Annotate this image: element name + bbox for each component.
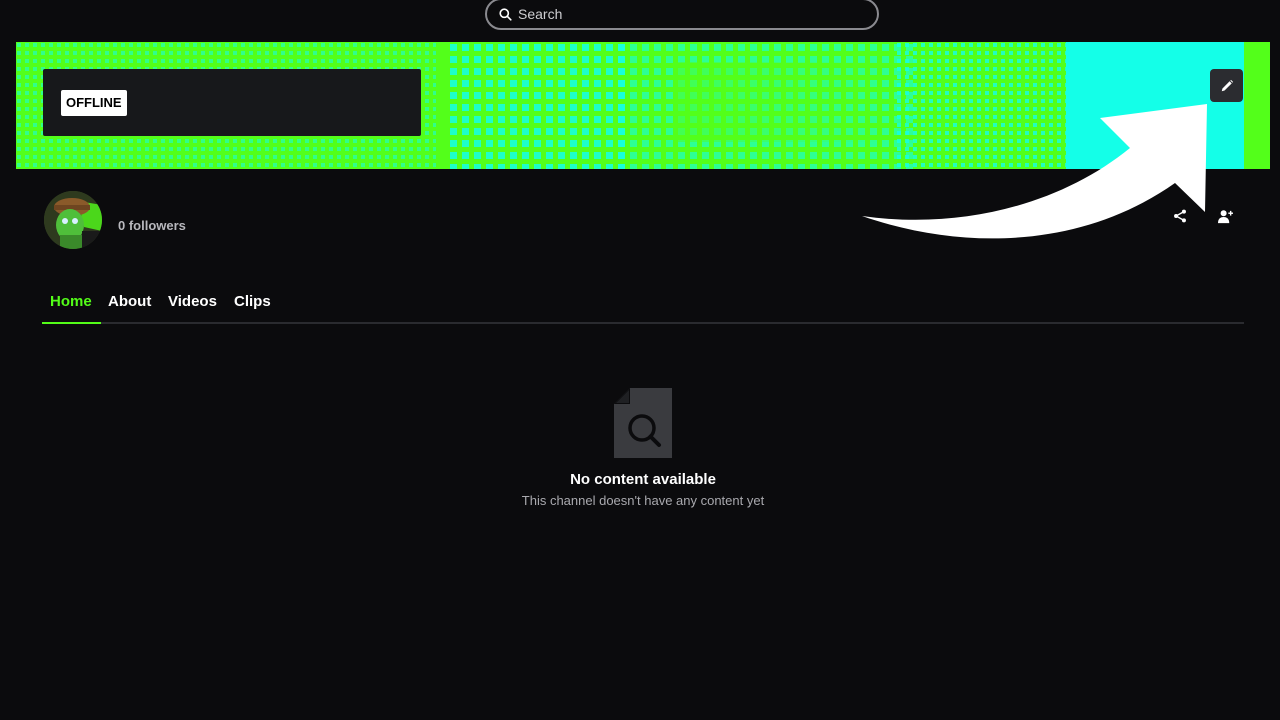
channel-page: OFFLINE 0 followers xyxy=(0,0,1280,720)
tab-home[interactable]: Home xyxy=(50,293,92,310)
empty-state-title: No content available xyxy=(570,471,716,488)
followers-count: 0 followers xyxy=(118,218,186,233)
tab-about[interactable]: About xyxy=(108,293,151,310)
search-bar[interactable] xyxy=(485,0,879,30)
share-button[interactable] xyxy=(1170,206,1190,226)
person-add-icon xyxy=(1217,209,1233,223)
edit-banner-button[interactable] xyxy=(1210,69,1243,102)
tab-videos[interactable]: Videos xyxy=(168,293,217,310)
channel-tabs: Home About Videos Clips xyxy=(42,288,1244,324)
search-input[interactable] xyxy=(518,6,877,22)
follow-button[interactable] xyxy=(1215,206,1235,226)
channel-banner: OFFLINE xyxy=(16,42,1270,169)
offline-card: OFFLINE xyxy=(43,69,421,136)
avatar-image xyxy=(44,191,102,249)
offline-badge: OFFLINE xyxy=(61,90,127,116)
search-icon xyxy=(499,7,512,21)
active-tab-indicator xyxy=(42,322,101,324)
pencil-icon xyxy=(1221,79,1233,91)
tab-clips[interactable]: Clips xyxy=(234,293,271,310)
document-search-icon xyxy=(614,388,672,458)
empty-state-subtitle: This channel doesn't have any content ye… xyxy=(521,493,765,508)
avatar[interactable] xyxy=(44,191,102,249)
share-icon xyxy=(1174,209,1186,223)
